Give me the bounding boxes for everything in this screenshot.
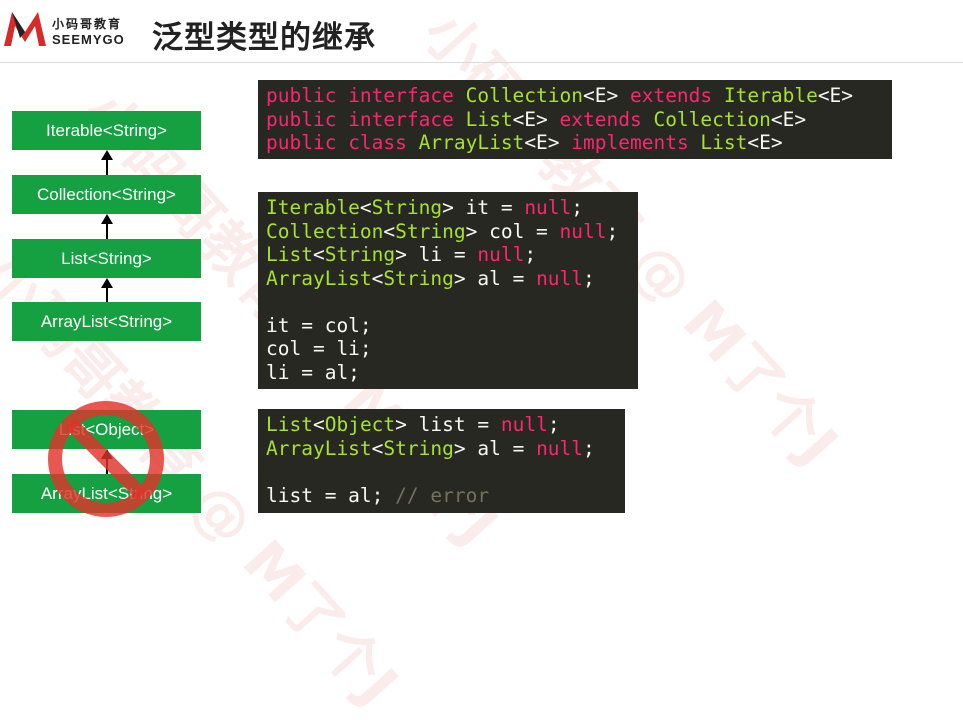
code-text: ; (583, 266, 595, 290)
logo-english-text: SEEMYGO (52, 32, 125, 47)
code-text: > li = (395, 243, 478, 266)
code-keyword: null (524, 196, 572, 219)
code-text: > col = (465, 219, 560, 243)
code-block-declarations: public interface Collection<E> extends I… (258, 80, 892, 159)
code-line: List<String> li = null; (266, 243, 630, 267)
code-text: < (312, 413, 325, 436)
code-keyword: extends (629, 84, 724, 107)
code-type: List (266, 243, 313, 266)
code-line: Iterable<String> it = null; (266, 196, 630, 220)
code-keyword: public (266, 131, 349, 154)
logo-chinese-text: 小码哥教育 (52, 17, 123, 31)
code-type: String (395, 219, 466, 243)
code-line: List<Object> list = null; (266, 413, 617, 437)
inheritance-arrow-line (106, 222, 108, 239)
code-type: Collection (266, 219, 384, 243)
code-line: li = al; (266, 361, 630, 385)
code-line: list = al; // error (266, 484, 617, 508)
code-text: <E> (817, 84, 854, 107)
code-text: li = al; (266, 360, 360, 384)
code-type: List (700, 131, 748, 154)
code-keyword: interface (348, 84, 466, 107)
code-text: it = col; (266, 313, 372, 337)
code-type: List (465, 107, 513, 131)
inheritance-arrowhead (101, 150, 113, 160)
code-keyword: public (266, 84, 349, 107)
code-keyword: extends (559, 107, 654, 131)
code-text: ; (583, 436, 595, 460)
code-type: List (266, 413, 313, 436)
code-text: > al = (453, 266, 537, 290)
code-text: <E> (747, 131, 783, 154)
inheritance-arrowhead (101, 214, 113, 224)
code-keyword: null (500, 413, 548, 436)
code-block-error: List<Object> list = null; ArrayList<Strin… (258, 409, 625, 513)
code-type: Iterable (266, 196, 360, 219)
code-text: < (371, 266, 384, 290)
code-keyword: null (477, 243, 525, 266)
code-text: > al = (453, 436, 537, 460)
code-text: col = li; (266, 337, 372, 360)
inheritance-arrowhead (101, 278, 113, 288)
code-text: <E> (524, 131, 572, 154)
code-type: String (371, 196, 443, 219)
code-text: list = al; (266, 483, 396, 507)
code-text: ; (547, 413, 560, 436)
inheritance-arrow-line (106, 158, 108, 175)
code-type: String (383, 436, 454, 460)
code-text: ; (571, 196, 584, 219)
code-line: Collection<String> col = null; (266, 220, 630, 244)
code-block-assignments: Iterable<String> it = null; Collection<St… (258, 192, 638, 389)
code-keyword: null (536, 266, 584, 290)
code-line: col = li; (266, 337, 630, 361)
code-type: Iterable (723, 84, 818, 107)
code-text: ; (606, 219, 619, 243)
code-line: public interface List<E> extends Collect… (266, 108, 884, 132)
code-text: < (383, 219, 396, 243)
type-box-arraylist: ArrayList<String> (12, 302, 201, 341)
code-line: public interface Collection<E> extends I… (266, 84, 884, 108)
logo-m-icon (4, 12, 46, 46)
inheritance-arrow-line (106, 286, 108, 302)
code-line: public class ArrayList<E> implements Lis… (266, 131, 884, 155)
type-box-collection: Collection<String> (12, 175, 201, 214)
code-text: < (312, 243, 325, 266)
code-text: < (371, 436, 384, 460)
code-text: < (359, 196, 372, 219)
code-type: Collection (465, 84, 583, 107)
code-text: ; (524, 243, 537, 266)
code-keyword: class (348, 131, 419, 154)
code-keyword: null (559, 219, 607, 243)
slide-header: 小码哥教育 SEEMYGO 泛型类型的继承 (0, 0, 963, 62)
code-keyword: null (536, 436, 584, 460)
page-title: 泛型类型的继承 (152, 20, 376, 56)
code-type: ArrayList (418, 131, 525, 154)
code-type: Object (324, 413, 396, 436)
code-type: Collection (653, 107, 771, 131)
code-text: > list = (395, 413, 501, 436)
code-text: <E> (583, 84, 630, 107)
code-type: ArrayList (266, 266, 372, 290)
code-line: ArrayList<String> al = null; (266, 267, 630, 291)
code-keyword: public (266, 107, 349, 131)
code-keyword: implements (571, 131, 701, 154)
code-text: > it = (442, 196, 525, 219)
code-comment: // error (395, 483, 490, 507)
code-line: ArrayList<String> al = null; (266, 437, 617, 461)
code-type: ArrayList (266, 436, 372, 460)
code-type: String (383, 266, 454, 290)
code-type: String (324, 243, 396, 266)
code-line: it = col; (266, 314, 630, 338)
prohibited-icon (48, 401, 164, 517)
code-keyword: interface (348, 107, 466, 131)
header-divider (0, 62, 963, 63)
code-text: <E> (770, 107, 807, 131)
type-box-iterable: Iterable<String> (12, 111, 201, 150)
seemygo-logo: 小码哥教育 SEEMYGO (2, 6, 137, 50)
code-text: <E> (512, 107, 560, 131)
type-box-list: List<String> (12, 239, 201, 278)
